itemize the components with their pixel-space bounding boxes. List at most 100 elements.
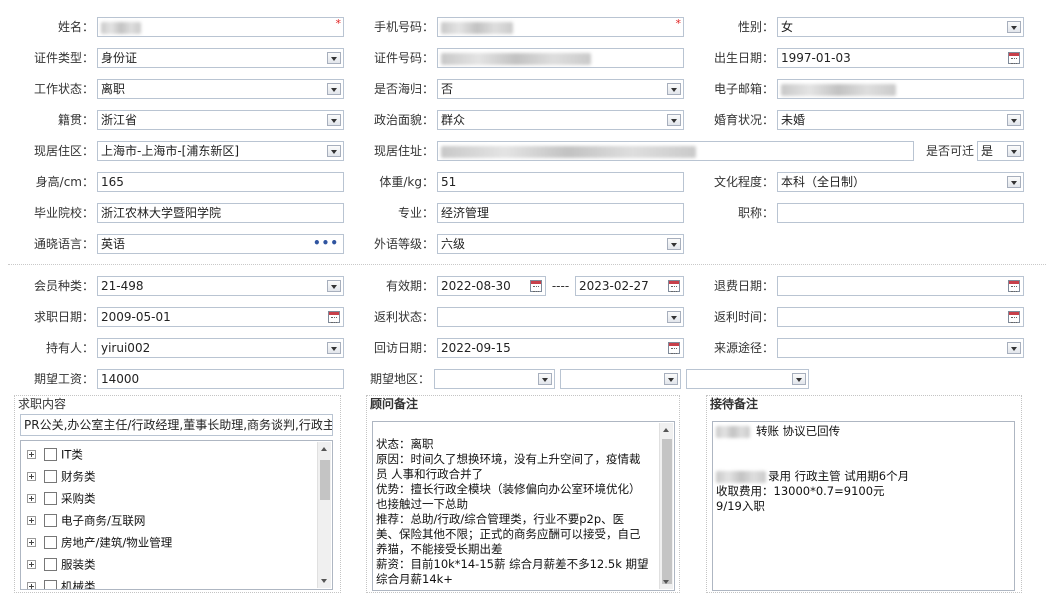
calendar-icon[interactable] — [1008, 311, 1020, 323]
weight-field[interactable]: 51 — [437, 172, 684, 192]
residence-area-select[interactable]: 上海市-上海市-[浦东新区] — [97, 141, 344, 161]
rebate-status-select[interactable] — [437, 307, 684, 327]
chevron-down-icon[interactable] — [667, 311, 681, 323]
expand-icon[interactable] — [27, 582, 36, 589]
professional-title-field[interactable] — [777, 203, 1024, 223]
height-field[interactable]: 165 — [97, 172, 344, 192]
job-content-summary[interactable]: PR公关,办公室主任/行政经理,董事长助理,商务谈判,行政主 — [20, 414, 333, 436]
calendar-icon[interactable] — [328, 311, 340, 323]
chevron-down-icon[interactable] — [327, 280, 341, 292]
region-province-select[interactable] — [434, 369, 555, 389]
expected-region-label: 期望地区： — [369, 372, 430, 386]
chevron-down-icon[interactable] — [667, 238, 681, 250]
name-field[interactable]: * — [97, 17, 344, 37]
phone-field[interactable]: * — [437, 17, 684, 37]
chevron-down-icon[interactable] — [667, 83, 681, 95]
chevron-down-icon[interactable] — [327, 145, 341, 157]
overseas-select[interactable]: 否 — [437, 79, 684, 99]
tree-item-apparel[interactable]: 服装类 — [27, 554, 96, 574]
marital-select[interactable]: 未婚 — [777, 110, 1024, 130]
birth-date-field[interactable]: 1997-01-03 — [777, 48, 1024, 68]
chevron-down-icon[interactable] — [664, 373, 678, 385]
region-city-select[interactable] — [560, 369, 681, 389]
language-level-select[interactable]: 六级 — [437, 234, 684, 254]
expand-icon[interactable] — [27, 450, 36, 459]
chevron-down-icon[interactable] — [792, 373, 806, 385]
education-select[interactable]: 本科（全日制） — [777, 172, 1024, 192]
expand-icon[interactable] — [27, 516, 36, 525]
tree-item-machinery[interactable]: 机械类 — [27, 576, 96, 589]
expand-icon[interactable] — [27, 560, 36, 569]
notes-scrollbar[interactable] — [659, 423, 673, 589]
reception-redacted — [716, 470, 766, 483]
region-district-select[interactable] — [686, 369, 809, 389]
chevron-down-icon[interactable] — [327, 83, 341, 95]
chevron-down-icon[interactable] — [538, 373, 552, 385]
checkbox[interactable] — [44, 536, 57, 549]
chevron-down-icon[interactable] — [1007, 145, 1021, 157]
chevron-down-icon[interactable] — [1007, 114, 1021, 126]
rebate-time-field[interactable] — [777, 307, 1024, 327]
validity-start-field[interactable]: 2022-08-30 — [437, 276, 546, 296]
chevron-down-icon[interactable] — [327, 114, 341, 126]
scroll-up-icon[interactable] — [318, 442, 331, 455]
tree-item-purchasing[interactable]: 采购类 — [27, 488, 96, 508]
more-options-icon[interactable]: ••• — [313, 235, 339, 251]
id-number-field[interactable] — [437, 48, 684, 68]
reception-notes-textarea[interactable]: 转账 协议已回传 录用 行政主管 试用期6个月 收取费用：13000*0.7=9… — [712, 421, 1015, 591]
calendar-icon[interactable] — [668, 342, 680, 354]
scroll-up-icon[interactable] — [660, 423, 673, 436]
chevron-down-icon[interactable] — [1007, 176, 1021, 188]
chevron-down-icon[interactable] — [1007, 21, 1021, 33]
scroll-thumb[interactable] — [320, 460, 330, 500]
checkbox[interactable] — [44, 558, 57, 571]
tree-item-realestate[interactable]: 房地产/建筑/物业管理 — [27, 532, 172, 552]
work-status-select[interactable]: 离职 — [97, 79, 344, 99]
major-field[interactable]: 经济管理 — [437, 203, 684, 223]
visit-date-field[interactable]: 2022-09-15 — [437, 338, 684, 358]
holder-select[interactable]: yirui002 — [97, 338, 344, 358]
language-field[interactable]: 英语 ••• — [97, 234, 344, 254]
consultant-notes-textarea[interactable]: 状态：离职 原因：时间久了想换环境，没有上升空间了，疫情裁 员 人事和行政合并了… — [372, 421, 675, 591]
email-field[interactable] — [777, 79, 1024, 99]
checkbox[interactable] — [44, 580, 57, 589]
scroll-thumb[interactable] — [662, 439, 672, 584]
tree-item-finance[interactable]: 财务类 — [27, 466, 96, 486]
chevron-down-icon[interactable] — [327, 342, 341, 354]
expand-icon[interactable] — [27, 472, 36, 481]
job-category-tree[interactable]: IT类 财务类 采购类 电子商务/互联网 房地产/建筑/物业管理 服装类 机械类 — [20, 440, 333, 590]
chevron-down-icon[interactable] — [1007, 342, 1021, 354]
calendar-icon[interactable] — [1008, 52, 1020, 64]
checkbox[interactable] — [44, 492, 57, 505]
expand-icon[interactable] — [27, 538, 36, 547]
calendar-icon[interactable] — [530, 280, 542, 292]
expand-icon[interactable] — [27, 494, 36, 503]
apply-date-field[interactable]: 2009-05-01 — [97, 307, 344, 327]
native-place-select[interactable]: 浙江省 — [97, 110, 344, 130]
scroll-down-icon[interactable] — [660, 576, 673, 589]
tree-scrollbar[interactable] — [317, 442, 331, 588]
school-field[interactable]: 浙江农林大学暨阳学院 — [97, 203, 344, 223]
checkbox[interactable] — [44, 470, 57, 483]
political-select[interactable]: 群众 — [437, 110, 684, 130]
refund-date-field[interactable] — [777, 276, 1024, 296]
chevron-down-icon[interactable] — [667, 114, 681, 126]
member-type-select[interactable]: 21-498 — [97, 276, 344, 296]
calendar-icon[interactable] — [1008, 280, 1020, 292]
gender-select[interactable]: 女 — [777, 17, 1024, 37]
source-label: 来源途径： — [713, 341, 774, 355]
calendar-icon[interactable] — [668, 280, 680, 292]
tree-item-ecommerce[interactable]: 电子商务/互联网 — [27, 510, 145, 530]
scroll-down-icon[interactable] — [318, 575, 331, 588]
relocate-select[interactable]: 是 — [977, 141, 1024, 161]
tree-item-it[interactable]: IT类 — [27, 444, 83, 464]
validity-end-field[interactable]: 2023-02-27 — [575, 276, 684, 296]
chevron-down-icon[interactable] — [327, 52, 341, 64]
expected-salary-field[interactable]: 14000 — [97, 369, 344, 389]
reception-notes-title: 接待备注 — [710, 397, 759, 411]
source-select[interactable] — [777, 338, 1024, 358]
address-field[interactable] — [437, 141, 914, 161]
checkbox[interactable] — [44, 448, 57, 461]
id-type-select[interactable]: 身份证 — [97, 48, 344, 68]
checkbox[interactable] — [44, 514, 57, 527]
